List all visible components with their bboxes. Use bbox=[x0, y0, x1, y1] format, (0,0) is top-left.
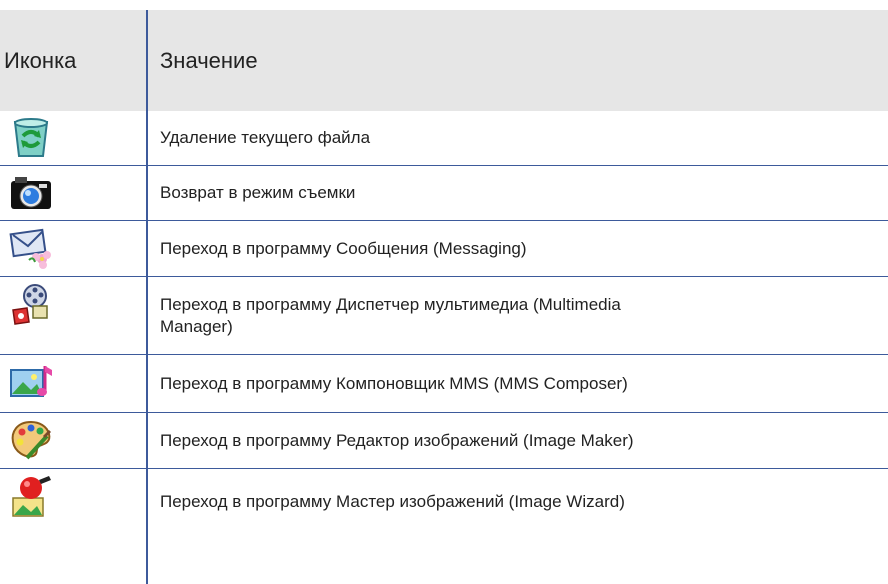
table-row: Возврат в режим съемки bbox=[0, 166, 888, 221]
column-divider bbox=[146, 10, 148, 584]
row-text: Переход в программу Сообщения (Messaging… bbox=[160, 238, 527, 258]
header-icon-column: Иконка bbox=[4, 47, 77, 73]
palette-icon bbox=[11, 420, 51, 460]
table-row: Переход в программу Сообщения (Messaging… bbox=[0, 221, 888, 277]
envelope-flower-icon bbox=[9, 228, 51, 269]
camera-icon bbox=[11, 177, 51, 209]
table-row: Переход в программу Диспетчер мультимеди… bbox=[0, 277, 888, 355]
table-header: Иконка Значение bbox=[0, 10, 888, 111]
mms-composer-icon bbox=[10, 366, 52, 397]
image-wizard-icon bbox=[12, 476, 51, 517]
row-text: Возврат в режим съемки bbox=[160, 183, 356, 202]
table-row: Переход в программу Мастер изображений (… bbox=[0, 469, 888, 535]
row-text: Переход в программу Диспетчер мультимеди… bbox=[160, 294, 621, 336]
row-text: Переход в программу Компоновщик MMS (MMS… bbox=[160, 373, 628, 393]
icon-table: Иконка Значение Удаление текущего файла bbox=[0, 10, 888, 535]
recycle-bin-icon bbox=[13, 118, 49, 157]
row-text: Удаление текущего файла bbox=[160, 128, 371, 147]
header-meaning-column: Значение bbox=[160, 47, 258, 73]
table-row: Переход в программу Компоновщик MMS (MMS… bbox=[0, 355, 888, 413]
table-row: Переход в программу Редактор изображений… bbox=[0, 413, 888, 469]
table-row: Удаление текущего файла bbox=[0, 111, 888, 166]
row-text: Переход в программу Редактор изображений… bbox=[160, 430, 634, 450]
row-text: Переход в программу Мастер изображений (… bbox=[160, 492, 625, 511]
multimedia-manager-icon bbox=[12, 284, 48, 325]
